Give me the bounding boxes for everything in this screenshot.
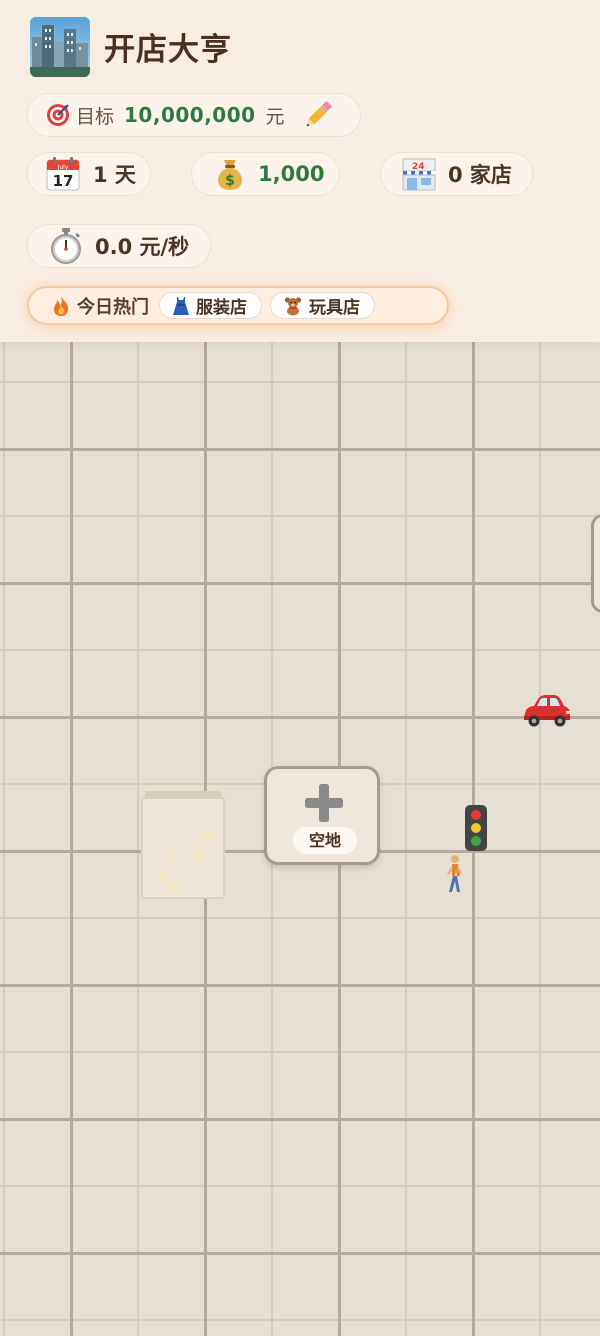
income-rate-pill: 0.0 元/秒 (27, 224, 211, 268)
hot-today-bar: 今日热门 服装店 玩具店 (27, 286, 449, 325)
goal-pill: 目标 10,000,000 元 (27, 93, 361, 137)
income-rate: 0.0 元/秒 (95, 235, 190, 259)
target-icon (46, 103, 70, 127)
svg-text:24: 24 (412, 162, 425, 172)
goal-label: 目标 (76, 105, 115, 128)
pencil-icon[interactable] (301, 98, 335, 132)
empty-lot[interactable]: 空地 (264, 766, 380, 865)
money-bag-icon: $ (211, 155, 249, 193)
teddy-bear-icon (283, 296, 303, 316)
stopwatch-icon (47, 227, 85, 265)
money-pill: $ 1,000 (191, 152, 340, 196)
hot-item-toy-store[interactable]: 玩具店 (270, 292, 375, 319)
hot-item-clothing-store[interactable]: 服装店 (159, 292, 262, 319)
pedestrian-icon (440, 854, 468, 898)
building[interactable] (141, 797, 225, 899)
store-count-pill: 24 0 家店 (380, 152, 533, 196)
money-amount: 1,000 (258, 162, 325, 186)
building-windows (160, 831, 213, 891)
hot-item-label: 服装店 (196, 298, 247, 318)
svg-text:July: July (57, 164, 69, 171)
red-car-icon (520, 690, 572, 736)
top-header: 开店大亨 目标 10,000,000 元 July 17 1 天 $ 1,000… (0, 0, 600, 342)
calendar-icon: July 17 (45, 156, 81, 192)
svg-text:17: 17 (53, 172, 74, 190)
app-title: 开店大亨 (104, 32, 232, 68)
svg-text:$: $ (225, 173, 235, 189)
offscreen-lot[interactable] (591, 514, 600, 613)
fire-icon (51, 295, 71, 317)
day-count: 1 天 (93, 163, 136, 187)
empty-lot-label: 空地 (293, 827, 357, 854)
goal-value: 10,000,000 (124, 103, 256, 127)
city-skyline-icon (30, 17, 90, 77)
day-pill: July 17 1 天 (27, 152, 151, 196)
convenience-store-icon: 24 (400, 155, 438, 193)
dress-icon (172, 296, 190, 316)
store-count: 0 家店 (448, 163, 512, 187)
goal-unit: 元 (265, 105, 285, 128)
plus-icon (304, 783, 344, 827)
hot-item-label: 玩具店 (309, 298, 360, 318)
traffic-light-icon (464, 804, 488, 856)
hot-today-label: 今日热门 (77, 296, 149, 318)
